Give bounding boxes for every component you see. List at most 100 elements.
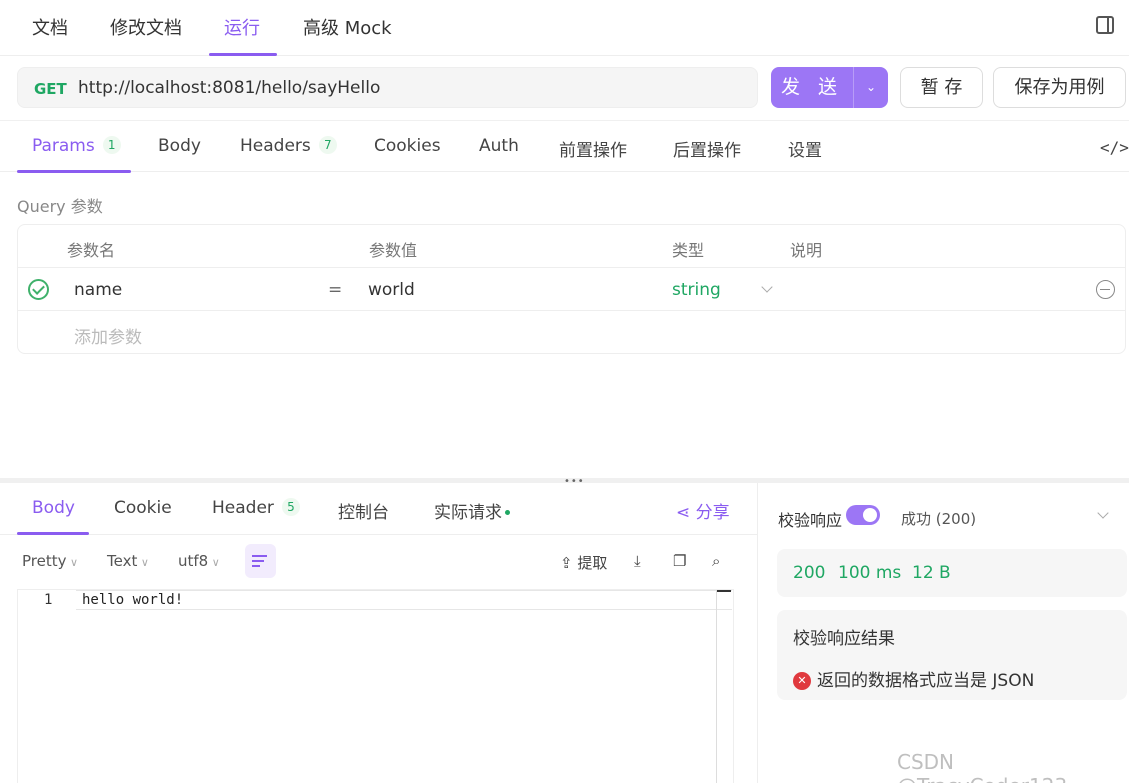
query-params-table: 参数名 参数值 类型 说明 name = world string 添加参数 (17, 224, 1126, 354)
type-select[interactable]: Text ∨ (107, 552, 149, 570)
column-header-type: 类型 (672, 241, 705, 260)
type-value: Text (107, 552, 138, 570)
column-header-desc: 说明 (790, 241, 823, 260)
validation-panel: 校验响应 成功 (200) 200 100 ms 12 B 校验响应结果 ✕ 返回… (757, 483, 1129, 783)
validate-toggle[interactable] (846, 505, 880, 525)
encoding-value: utf8 (178, 552, 209, 570)
wrap-icon-line (252, 565, 260, 567)
extract-label: 提取 (577, 554, 608, 572)
table-row: name = world string (18, 268, 1125, 311)
result-title: 校验响应结果 (793, 629, 895, 649)
chevron-down-icon[interactable] (1097, 507, 1109, 519)
active-tab-indicator (17, 532, 89, 535)
code-icon[interactable]: </> (1100, 138, 1129, 157)
validate-response-label: 校验响应 (778, 511, 843, 530)
response-body-editor[interactable]: 1 hello world! (17, 589, 734, 783)
line-number: 1 (44, 592, 53, 608)
save-draft-button[interactable]: 暂 存 (900, 67, 983, 108)
share-button[interactable]: ⋖ 分享 (676, 498, 730, 523)
side-panel-icon[interactable] (1096, 16, 1114, 34)
code-line[interactable]: hello world! (82, 592, 183, 608)
chevron-down-icon: ∨ (208, 556, 220, 569)
share-icon: ⋖ (676, 503, 696, 523)
tab-auth[interactable]: Auth (479, 136, 519, 156)
tab-label: Header (212, 498, 274, 518)
send-button[interactable]: 发 送 (771, 67, 853, 108)
tab-params[interactable]: Params 1 (32, 136, 121, 156)
table-header-row: 参数名 参数值 类型 说明 (18, 225, 1125, 268)
status-code: 200 (793, 563, 826, 583)
tab-response-body[interactable]: Body (32, 498, 75, 518)
result-message-text: 返回的数据格式应当是 JSON (817, 671, 1035, 691)
editor-scrollbar[interactable] (716, 590, 717, 783)
response-metrics-card: 200 100 ms 12 B (777, 549, 1127, 597)
extract-button[interactable]: ⇪ 提取 (560, 552, 607, 573)
request-tab-bar: Params 1 Body Headers 7 Cookies Auth 前置操作 … (0, 120, 1129, 173)
tab-edit-docs[interactable]: 修改文档 (110, 14, 182, 40)
tab-label: Params (32, 136, 95, 156)
wrap-icon-line (252, 560, 264, 562)
remove-param-icon[interactable] (1096, 280, 1115, 299)
tab-run[interactable]: 运行 (224, 14, 260, 40)
download-icon[interactable]: ⤓ (634, 552, 641, 570)
send-dropdown-button[interactable]: ⌄ (853, 67, 888, 108)
param-value-cell[interactable]: world (368, 280, 415, 300)
active-tab-indicator (209, 53, 277, 56)
encoding-select[interactable]: utf8 ∨ (178, 552, 220, 570)
tab-actual-request[interactable]: 实际请求 (434, 498, 510, 523)
equals-sign: = (328, 280, 343, 300)
search-icon[interactable]: ⌕ (712, 552, 720, 570)
http-method[interactable]: GET (34, 80, 67, 98)
extract-icon: ⇪ (560, 554, 573, 572)
enabled-check-icon[interactable] (28, 279, 49, 300)
top-tab-bar: 文档 修改文档 运行 高级 Mock (0, 0, 1129, 56)
error-icon: ✕ (793, 672, 811, 690)
tab-post-ops[interactable]: 后置操作 (673, 136, 741, 161)
tab-advanced-mock[interactable]: 高级 Mock (303, 14, 392, 40)
format-select[interactable]: Pretty ∨ (22, 552, 78, 570)
url-bar[interactable]: GET http://localhost:8081/hello/sayHello (17, 67, 758, 108)
param-type-select[interactable]: string (672, 280, 721, 300)
tab-label: Headers (240, 136, 311, 156)
share-label: 分享 (695, 503, 730, 523)
wrap-icon (252, 555, 267, 557)
chevron-down-icon[interactable] (761, 281, 773, 293)
column-header-value: 参数值 (369, 241, 418, 260)
response-size: 12 B (912, 563, 951, 583)
url-input[interactable]: http://localhost:8081/hello/sayHello (78, 78, 380, 98)
chevron-down-icon: ∨ (66, 556, 79, 569)
tab-docs[interactable]: 文档 (32, 14, 68, 40)
tab-label: 实际请求 (434, 503, 502, 523)
count-badge: 7 (318, 136, 337, 154)
tab-console[interactable]: 控制台 (338, 498, 389, 523)
scrollbar-thumb[interactable] (717, 590, 731, 592)
response-tab-bar: Body Cookie Header 5 控制台 实际请求 ⋖ 分享 (0, 483, 757, 535)
param-name-cell[interactable]: name (74, 280, 122, 300)
copy-icon[interactable]: ❐ (673, 552, 686, 570)
response-toolbar: Pretty ∨ Text ∨ utf8 ∨ ⇪ 提取 ⤓ ❐ ⌕ (0, 540, 757, 582)
tab-pre-ops[interactable]: 前置操作 (559, 136, 627, 161)
tab-response-header[interactable]: Header 5 (212, 498, 300, 518)
watermark: CSDN @TracyCoder123 (897, 750, 1067, 783)
save-as-case-button[interactable]: 保存为用例 (993, 67, 1126, 108)
count-badge: 1 (102, 136, 121, 154)
active-tab-indicator (17, 170, 131, 173)
word-wrap-button[interactable] (245, 544, 276, 578)
add-param-placeholder[interactable]: 添加参数 (74, 323, 142, 348)
status-dot (505, 510, 510, 515)
column-header-name: 参数名 (67, 241, 116, 260)
response-time: 100 ms (838, 563, 902, 583)
validation-status: 成功 (200) (901, 510, 977, 528)
chevron-down-icon: ∨ (137, 556, 149, 569)
tab-cookies[interactable]: Cookies (374, 136, 441, 156)
tab-body[interactable]: Body (158, 136, 201, 156)
format-value: Pretty (22, 552, 67, 570)
count-badge: 5 (281, 498, 300, 516)
tab-settings[interactable]: 设置 (788, 136, 822, 161)
tab-response-cookie[interactable]: Cookie (114, 498, 172, 518)
add-param-row[interactable]: 添加参数 (18, 311, 1125, 354)
validation-result-card: 校验响应结果 ✕ 返回的数据格式应当是 JSON (777, 610, 1127, 700)
chevron-down-icon: ⌄ (865, 80, 877, 94)
tab-headers[interactable]: Headers 7 (240, 136, 337, 156)
result-message: ✕ 返回的数据格式应当是 JSON (793, 666, 1034, 691)
